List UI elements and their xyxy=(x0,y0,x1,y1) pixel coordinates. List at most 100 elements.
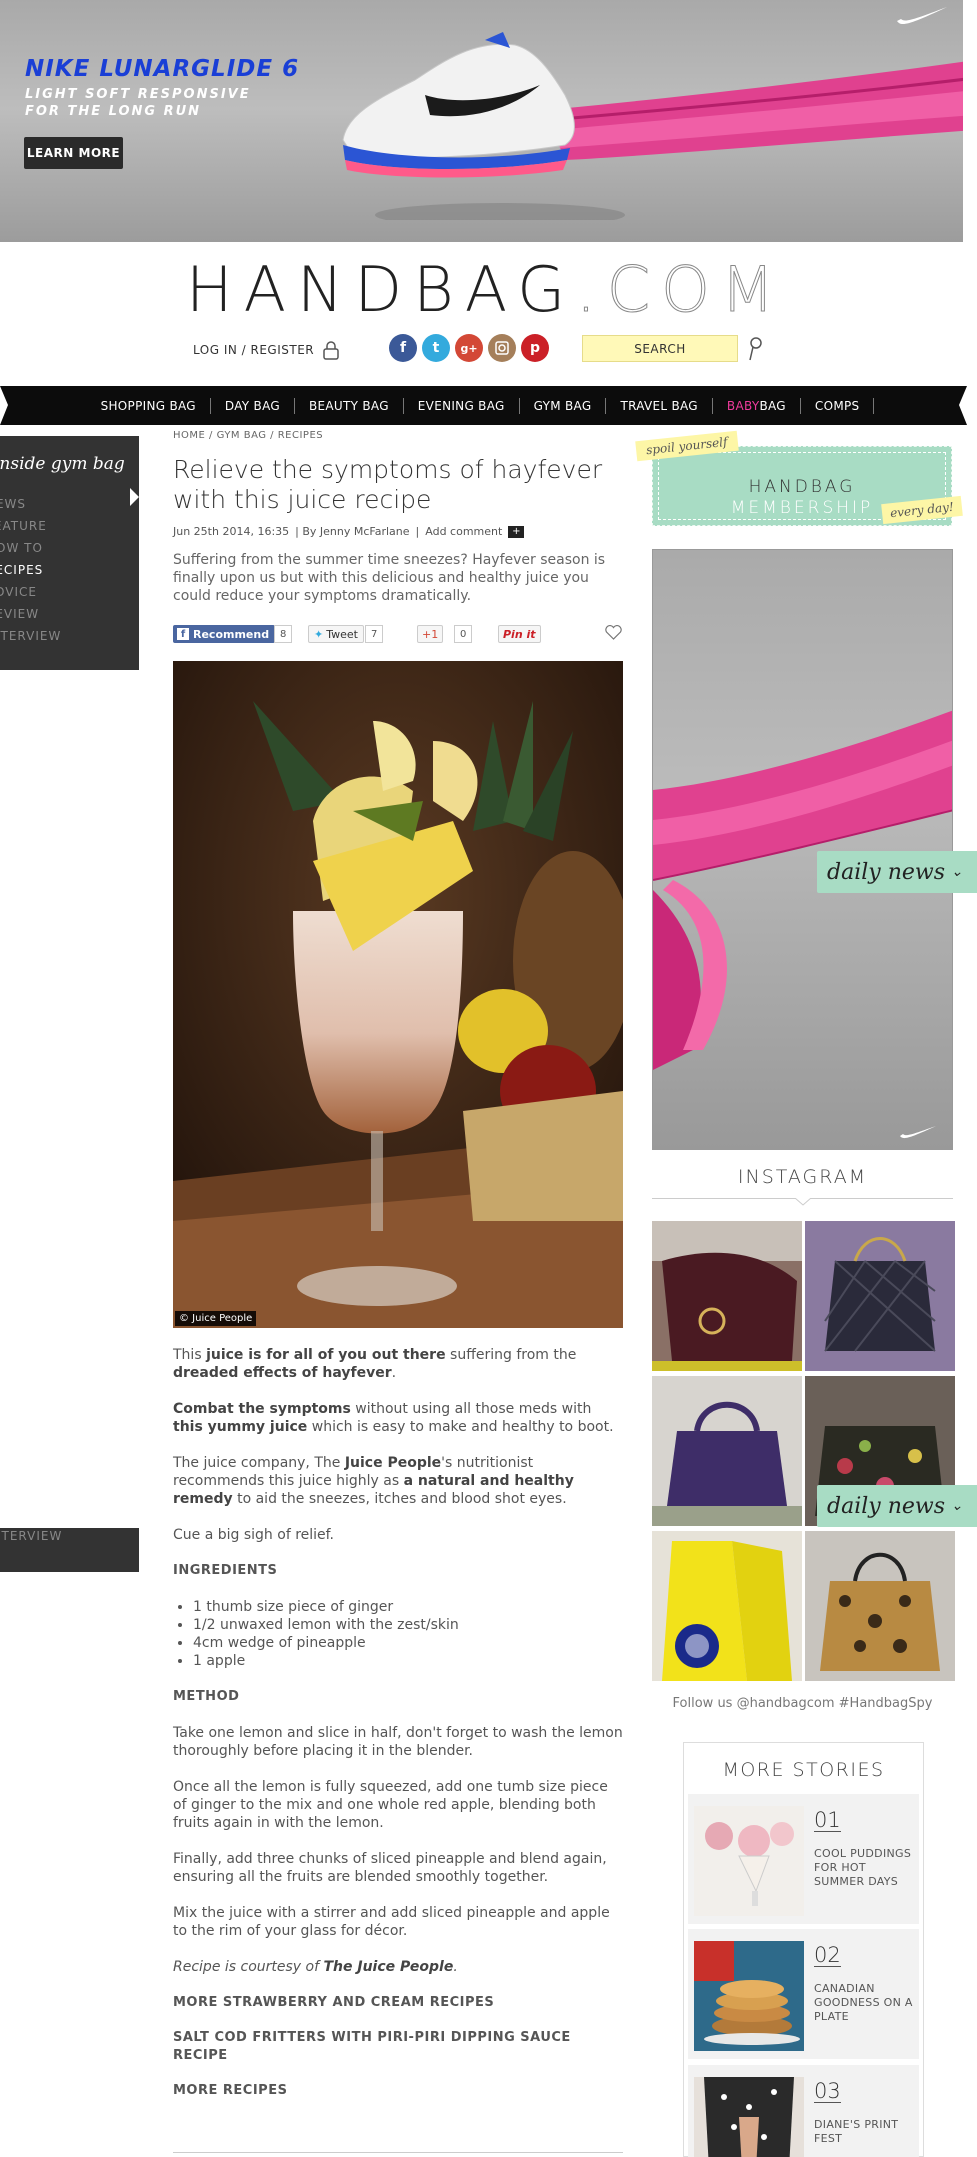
nav-gym-bag[interactable]: GYM BAG xyxy=(518,397,606,414)
bag-label: BAG xyxy=(759,398,786,413)
article-meta: Jun 25th 2014, 16:35 | By Jenny McFarlan… xyxy=(173,525,623,538)
nav-baby-bag[interactable]: BABYBAG xyxy=(711,397,800,414)
p1-text-b: suffering from the xyxy=(445,1347,577,1363)
daily-news-tab[interactable]: daily news ⌄ xyxy=(817,851,977,893)
article-date: Jun 25th 2014, 16:35 xyxy=(173,525,290,538)
more-stories-panel: MORE STORIES 01 COOL PUDDINGS FOR HOT SU… xyxy=(683,1742,924,2157)
story-thumb-2 xyxy=(694,1941,804,2051)
facebook-icon[interactable]: f xyxy=(389,334,417,362)
instagram-photo-6[interactable] xyxy=(805,1531,955,1681)
social-links: f t g+ p xyxy=(389,334,549,362)
nav-right-arrow xyxy=(959,386,967,425)
instagram-title: INSTAGRAM xyxy=(737,1166,868,1188)
related-link-2[interactable]: SALT COD FRITTERS WITH PIRI-PIRI DIPPING… xyxy=(173,2029,623,2065)
instagram-photo-2[interactable] xyxy=(805,1221,955,1371)
method-step-4: Mix the juice with a stirrer and add sli… xyxy=(173,1905,610,1939)
nike-swoosh-small-icon xyxy=(900,1126,936,1139)
nav-evening-bag[interactable]: EVENING BAG xyxy=(402,397,519,414)
article-divider xyxy=(173,2152,623,2153)
login-register-link[interactable]: LOG IN / REGISTER xyxy=(193,340,340,360)
instagram-photo-5[interactable] xyxy=(652,1531,802,1681)
twitter-icon[interactable]: t xyxy=(422,334,450,362)
article-body: This juice is for all of you out there s… xyxy=(173,1346,623,2100)
p2-bold-b: this yummy juice xyxy=(173,1419,308,1435)
tweet-label: Tweet xyxy=(326,627,358,641)
nav-day-bag[interactable]: DAY BAG xyxy=(209,397,294,414)
ingredients-list: 1 thumb size piece of ginger 1/2 unwaxed… xyxy=(193,1598,623,1670)
google-plus-button[interactable]: +1 xyxy=(417,625,444,643)
sidebar-item-feature[interactable]: FEATURE xyxy=(0,515,61,537)
comment-plus-icon[interactable]: + xyxy=(508,525,525,538)
sidebar-item-review[interactable]: REVIEW xyxy=(0,603,61,625)
add-comment-link[interactable]: Add comment xyxy=(425,525,502,538)
sidebar-item-news[interactable]: NEWS xyxy=(0,493,61,515)
sidebar-item-interview[interactable]: INTERVIEW xyxy=(0,625,61,647)
story-thumb-3 xyxy=(694,2077,804,2157)
story-item-2[interactable]: 02 CANADIAN GOODNESS ON A PLATE xyxy=(688,1929,919,2059)
related-link-3[interactable]: MORE RECIPES xyxy=(173,2082,623,2100)
baby-label: BABY xyxy=(726,398,760,413)
recommend-label: Recommend xyxy=(193,627,270,641)
sidebar-item-recipes[interactable]: RECIPES xyxy=(0,559,61,581)
story-item-3[interactable]: 03 DIANE'S PRINT FEST xyxy=(688,2065,919,2157)
p2-bold-a: Combat the symptoms xyxy=(173,1401,351,1417)
learn-more-button[interactable]: LEARN MORE xyxy=(24,137,123,169)
instagram-follow-text[interactable]: Follow us @handbagcom #HandbagSpy xyxy=(652,1696,953,1711)
daily-news-label: daily news xyxy=(827,859,946,885)
story-item-1[interactable]: 01 COOL PUDDINGS FOR HOT SUMMER DAYS xyxy=(688,1794,919,1924)
nav-shopping-bag[interactable]: SHOPPING BAG xyxy=(87,398,210,414)
sidebar-nike-ad[interactable] xyxy=(652,549,953,1150)
ice-cream-photo xyxy=(694,1806,804,1916)
sidebar-item-advice[interactable]: ADVICE xyxy=(0,581,61,603)
paragraph-4: Cue a big sigh of relief. xyxy=(173,1527,335,1543)
daily-news-tab-2[interactable]: daily news ⌄ xyxy=(817,1485,977,1527)
instagram-photo-1[interactable] xyxy=(652,1221,802,1371)
pinterest-icon[interactable]: p xyxy=(521,334,549,362)
list-item: 1 apple xyxy=(193,1652,623,1670)
heart-icon[interactable] xyxy=(605,625,622,640)
membership-title: HANDBAG xyxy=(748,477,856,497)
facebook-recommend-button[interactable]: f Recommend xyxy=(173,625,276,643)
juice-photo xyxy=(173,661,623,1328)
p3-bold-a: Juice People xyxy=(344,1455,442,1471)
logo-dotcom: .COM xyxy=(576,253,786,326)
instagram-divider-notch-icon xyxy=(795,1198,811,1206)
p3-text-a: The juice company, The xyxy=(173,1455,345,1471)
sidebar-item-how-to[interactable]: HOW TO xyxy=(0,537,61,559)
nike-ad-banner[interactable]: NIKE LUNARGLIDE 6 LIGHT SOFT RESPONSIVE … xyxy=(0,0,963,242)
more-stories-title: MORE STORIES xyxy=(722,1759,885,1781)
quilted-bag-photo xyxy=(805,1221,955,1371)
p2-text-b: which is easy to make and healthy to boo… xyxy=(307,1419,614,1435)
burgundy-bag-photo xyxy=(652,1221,802,1371)
search-icon[interactable] xyxy=(748,336,762,362)
membership-promo[interactable]: HANDBAG MEMBERSHIP spoil yourself every … xyxy=(634,430,964,532)
courtesy-source-link[interactable]: The Juice People xyxy=(323,1959,453,1975)
tweet-button[interactable]: ✦ Tweet xyxy=(308,625,364,643)
google-plus-icon[interactable]: g+ xyxy=(455,334,483,362)
breadcrumb[interactable]: HOME / GYM BAG / RECIPES xyxy=(173,430,623,444)
sidebar-item-interview-sticky[interactable]: INTERVIEW xyxy=(0,1529,62,1543)
ad-tagline-line2: FOR THE LONG RUN xyxy=(25,104,202,119)
search-input[interactable]: SEARCH xyxy=(582,335,738,362)
method-heading: METHOD xyxy=(173,1689,240,1704)
site-logo[interactable]: HANDBAG.COM xyxy=(186,253,786,326)
nav-travel-bag[interactable]: TRAVEL BAG xyxy=(605,397,711,414)
sticky-sidebar-fragment: INTERVIEW xyxy=(0,1528,139,1572)
related-link-1[interactable]: MORE STRAWBERRY AND CREAM RECIPES xyxy=(173,1994,623,2012)
ad-tagline: LIGHT SOFT RESPONSIVE FOR THE LONG RUN xyxy=(25,86,251,120)
instagram-icon[interactable] xyxy=(488,334,516,362)
list-item: 1 thumb size piece of ginger xyxy=(193,1598,623,1616)
logo-main: HANDBAG xyxy=(186,253,577,326)
courtesy-text: Recipe is courtesy of xyxy=(173,1959,324,1975)
ad-tagline-line1: LIGHT SOFT RESPONSIVE xyxy=(25,87,251,102)
article-byline: | By Jenny McFarlane xyxy=(295,525,410,538)
purple-tote-photo xyxy=(652,1376,802,1526)
pancakes-photo xyxy=(694,1941,804,2051)
pin-it-button[interactable]: Pin it xyxy=(498,625,541,643)
leopard-bag-photo xyxy=(805,1531,955,1681)
nav-beauty-bag[interactable]: BEAUTY BAG xyxy=(293,397,403,414)
nav-comps[interactable]: COMPS xyxy=(799,397,875,414)
instagram-photo-3[interactable] xyxy=(652,1376,802,1526)
main-nav: SHOPPING BAG DAY BAG BEAUTY BAG EVENING … xyxy=(0,386,967,425)
instagram-grid xyxy=(652,1221,955,1681)
